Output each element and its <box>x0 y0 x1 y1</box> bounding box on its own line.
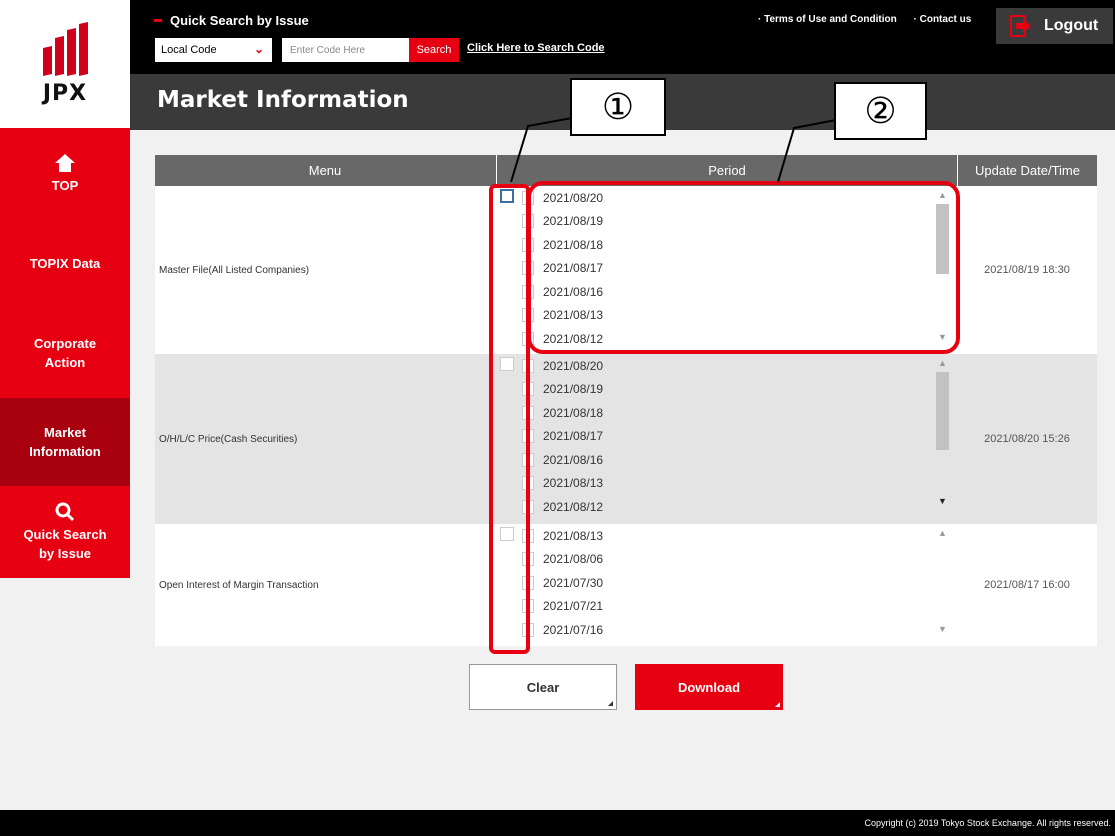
logo-text: JPX <box>42 80 88 106</box>
update-datetime: 2021/08/20 15:26 <box>984 433 1070 445</box>
highlight-select-all-column <box>489 184 530 654</box>
period-date: 2021/07/16 <box>543 622 604 637</box>
scroll-up-icon[interactable]: ▲ <box>935 358 950 368</box>
clear-button-label: Clear <box>526 679 560 695</box>
period-item[interactable]: 2021/08/20 <box>522 354 942 378</box>
page-root: JPX TOP TOPIX Data Corporate Action Mark… <box>0 0 1115 836</box>
period-item[interactable]: 2021/08/16 <box>522 448 942 472</box>
period-date: 2021/08/13 <box>543 528 604 543</box>
sidebar-item-quick-search[interactable]: Quick Search by Issue <box>0 486 130 578</box>
terms-link[interactable]: · Terms of Use and Condition <box>758 14 897 25</box>
scroll-down-icon[interactable]: ▼ <box>935 624 950 634</box>
period-item[interactable]: 2021/07/16 <box>522 618 942 642</box>
period-date: 2021/08/17 <box>543 429 604 444</box>
period-list: 2021/08/20 2021/08/19 2021/08/18 2021/08… <box>522 354 942 519</box>
menu-cell: Master File(All Listed Companies) <box>159 264 310 276</box>
sidebar-item-market-information[interactable]: Market Information <box>0 398 130 486</box>
period-scrollbar[interactable]: ▲ ▼ <box>935 528 950 634</box>
callout-label-1: ① <box>570 78 666 136</box>
sidebar-item-label: TOP <box>51 177 79 193</box>
period-item[interactable]: 2021/07/21 <box>522 595 942 619</box>
chevron-down-icon: ⌄ <box>253 42 264 56</box>
table-row: Open Interest of Margin Transaction 2021… <box>155 524 1097 646</box>
sidebar-item-label: Quick Search by Issue <box>23 527 107 561</box>
update-datetime: 2021/08/17 16:00 <box>984 579 1070 591</box>
dash-icon <box>154 19 162 22</box>
logout-button[interactable]: Logout <box>996 8 1113 44</box>
period-date: 2021/08/19 <box>543 382 604 397</box>
sidebar-item-corporate-action[interactable]: Corporate Action <box>0 308 130 398</box>
jpx-logo[interactable]: JPX <box>0 0 130 128</box>
quick-search-title-text: Quick Search by Issue <box>170 13 309 28</box>
search-button[interactable]: Search <box>409 38 459 62</box>
home-icon <box>55 153 75 172</box>
logo-mark-icon <box>42 21 88 76</box>
period-item[interactable]: 2021/08/12 <box>522 495 942 519</box>
table-row: O/H/L/C Price(Cash Securities) 2021/08/2… <box>155 354 1097 524</box>
period-date: 2021/08/12 <box>543 499 604 514</box>
sidebar-item-label: Corporate Action <box>33 336 97 370</box>
period-date: 2021/07/30 <box>543 575 604 590</box>
period-item[interactable]: 2021/08/13 <box>522 524 942 548</box>
menu-cell: Open Interest of Margin Transaction <box>159 579 319 591</box>
sidebar-item-topix-data[interactable]: TOPIX Data <box>0 218 130 308</box>
scroll-thumb[interactable] <box>936 372 949 450</box>
period-date: 2021/08/20 <box>543 358 604 373</box>
download-button-label: Download <box>677 679 741 695</box>
scroll-down-icon[interactable]: ▼ <box>935 496 950 506</box>
contact-link[interactable]: · Contact us <box>914 14 972 25</box>
sidebar-item-label: TOPIX Data <box>29 255 101 271</box>
period-item[interactable]: 2021/08/13 <box>522 472 942 496</box>
copyright-text: Copyright (c) 2019 Tokyo Stock Exchange.… <box>864 818 1111 828</box>
search-icon <box>55 502 75 522</box>
highlight-period-list <box>527 181 960 354</box>
logout-icon <box>1010 15 1031 37</box>
sidebar-item-top[interactable]: TOP <box>0 128 130 218</box>
period-date: 2021/08/16 <box>543 452 604 467</box>
download-button[interactable]: Download <box>635 664 783 710</box>
code-type-select[interactable]: Local Code ⌄ <box>155 38 272 62</box>
top-links: · Terms of Use and Condition · Contact u… <box>758 14 985 25</box>
period-item[interactable]: 2021/08/19 <box>522 378 942 402</box>
footer: Copyright (c) 2019 Tokyo Stock Exchange.… <box>0 810 1115 836</box>
scroll-up-icon[interactable]: ▲ <box>935 528 950 538</box>
menu-cell: O/H/L/C Price(Cash Securities) <box>159 433 298 445</box>
corner-mark-icon <box>775 702 780 707</box>
period-date: 2021/07/21 <box>543 599 604 614</box>
column-header-menu: Menu <box>308 163 342 178</box>
quick-search-title: Quick Search by Issue <box>154 13 309 28</box>
code-input[interactable] <box>282 38 409 62</box>
period-scrollbar[interactable]: ▲ ▼ <box>935 358 950 506</box>
callout-label-2: ② <box>834 82 927 140</box>
clear-button[interactable]: Clear <box>469 664 617 710</box>
period-item[interactable]: 2021/08/18 <box>522 401 942 425</box>
period-date: 2021/08/18 <box>543 405 604 420</box>
sidebar-item-label: Market Information <box>29 425 101 459</box>
top-header: Quick Search by Issue Local Code ⌄ Searc… <box>130 0 1115 74</box>
period-item[interactable]: 2021/07/30 <box>522 571 942 595</box>
period-item[interactable]: 2021/08/17 <box>522 425 942 449</box>
period-date: 2021/08/06 <box>543 552 604 567</box>
update-datetime: 2021/08/19 18:30 <box>984 264 1070 276</box>
search-code-link[interactable]: Click Here to Search Code <box>467 42 605 54</box>
column-header-update: Update Date/Time <box>957 155 1097 186</box>
sidebar: JPX TOP TOPIX Data Corporate Action Mark… <box>0 0 130 836</box>
period-list: 2021/08/13 2021/08/06 2021/07/30 2021/07… <box>522 524 942 642</box>
logout-label: Logout <box>1044 17 1099 34</box>
corner-mark-icon <box>608 701 613 706</box>
period-item[interactable]: 2021/08/06 <box>522 548 942 572</box>
page-title: Market Information <box>157 87 409 113</box>
code-type-value: Local Code <box>161 44 217 56</box>
period-date: 2021/08/13 <box>543 476 604 491</box>
